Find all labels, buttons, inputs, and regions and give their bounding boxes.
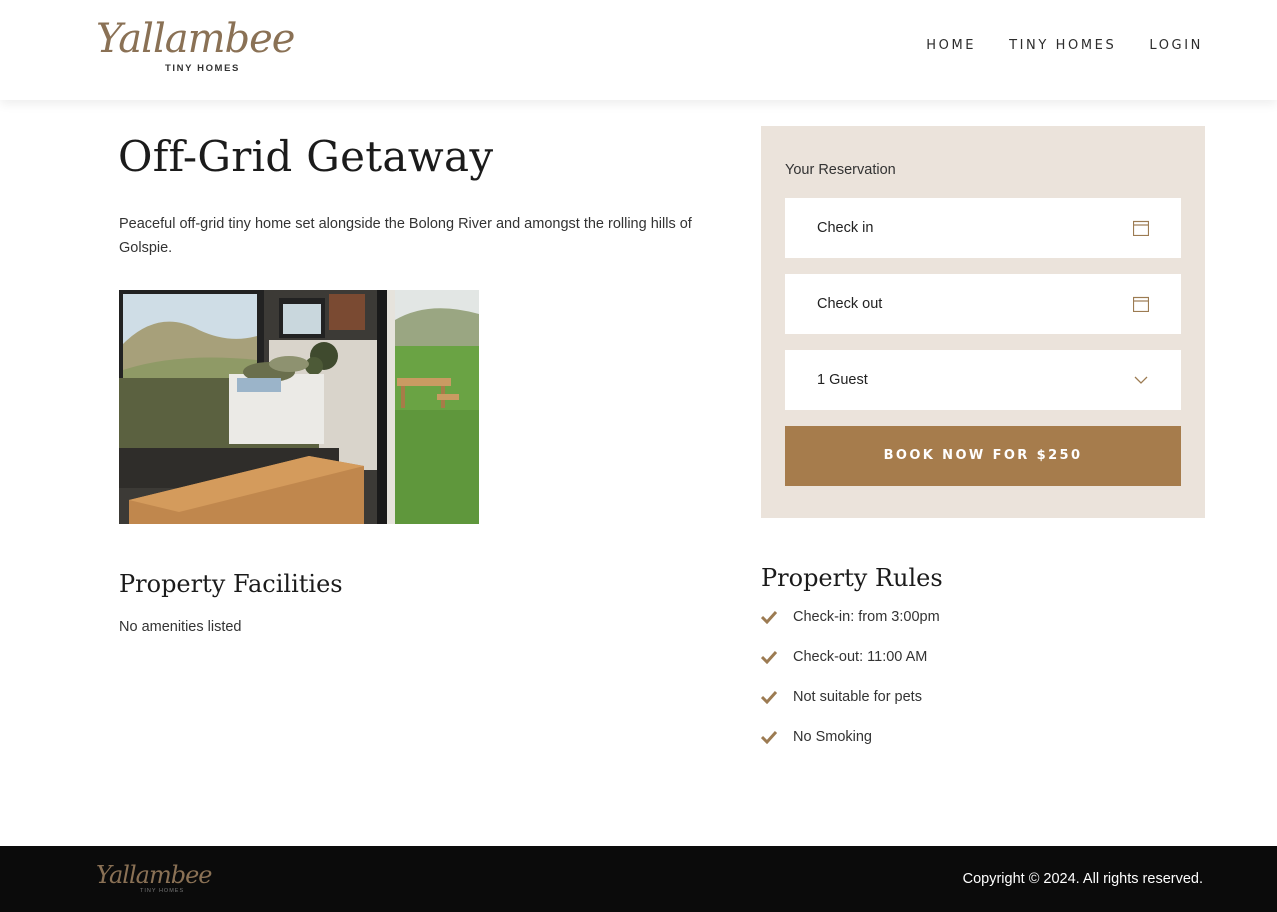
guests-select[interactable]: 1 Guest <box>785 350 1181 410</box>
book-now-button[interactable]: BOOK NOW FOR $250 <box>785 426 1181 486</box>
logo-subtitle: TINY HOMES <box>165 63 240 74</box>
nav-tiny-homes[interactable]: TINY HOMES <box>1009 38 1116 53</box>
site-header: Yallambee TINY HOMES HOME TINY HOMES LOG… <box>0 0 1277 100</box>
listing-photo <box>119 290 479 524</box>
facilities-empty-text: No amenities listed <box>119 619 242 635</box>
check-icon <box>760 610 778 625</box>
rule-text: Check-in: from 3:00pm <box>793 609 940 625</box>
check-icon <box>760 730 778 745</box>
check-out-field[interactable]: Check out <box>785 274 1181 334</box>
chevron-down-icon <box>1133 372 1149 388</box>
list-item: No Smoking <box>760 726 1161 750</box>
guests-value: 1 Guest <box>817 372 868 388</box>
rule-text: Not suitable for pets <box>793 689 922 705</box>
list-item: Check-in: from 3:00pm <box>760 606 1161 630</box>
footer-logo[interactable]: Yallambee TINY HOMES <box>96 860 212 900</box>
list-item: Check-out: 11:00 AM <box>760 646 1161 670</box>
check-in-label: Check in <box>817 220 874 236</box>
check-out-label: Check out <box>817 296 883 312</box>
check-icon <box>760 690 778 705</box>
site-footer: Yallambee TINY HOMES Copyright © 2024. A… <box>0 846 1277 912</box>
brand-logo[interactable]: Yallambee TINY HOMES <box>96 16 295 76</box>
main-nav: HOME TINY HOMES LOGIN <box>926 38 1203 53</box>
footer-logo-subtitle: TINY HOMES <box>140 888 185 894</box>
facilities-title: Property Facilities <box>119 570 343 598</box>
reservation-panel: Your Reservation Check in Check out 1 Gu… <box>761 126 1205 518</box>
logo-script: Yallambee <box>96 16 295 62</box>
footer-logo-script: Yallambee <box>96 861 212 889</box>
list-item: Not suitable for pets <box>760 686 1161 710</box>
reservation-title: Your Reservation <box>785 162 896 178</box>
nav-home[interactable]: HOME <box>926 38 976 53</box>
calendar-icon <box>1132 296 1150 313</box>
rule-text: Check-out: 11:00 AM <box>793 649 928 665</box>
page-title: Off-Grid Getaway <box>118 132 494 181</box>
check-in-field[interactable]: Check in <box>785 198 1181 258</box>
rules-title: Property Rules <box>761 564 943 592</box>
copyright-text: Copyright © 2024. All rights reserved. <box>962 871 1203 887</box>
calendar-icon <box>1132 220 1150 237</box>
check-icon <box>760 650 778 665</box>
listing-description: Peaceful off-grid tiny home set alongsid… <box>119 216 692 256</box>
nav-login[interactable]: LOGIN <box>1149 38 1203 53</box>
rule-text: No Smoking <box>793 729 872 745</box>
